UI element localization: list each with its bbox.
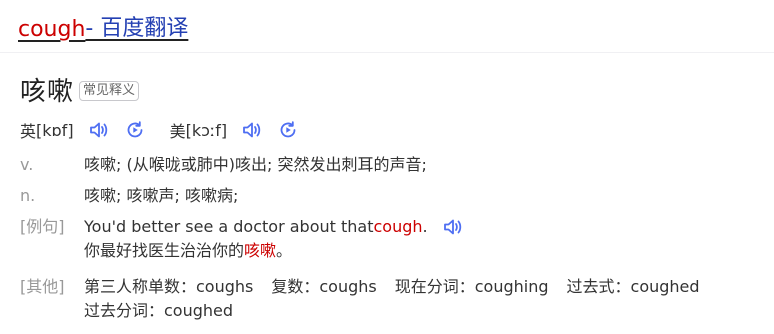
example-zh-end: 。 [276,241,293,260]
definition-text: 咳嗽; 咳嗽声; 咳嗽病; [84,186,239,205]
result-title-link[interactable]: cough - 百度翻译 [18,8,188,42]
example-zh-keyword: 咳嗽 [244,241,277,260]
dictionary-card: 咳嗽 常见释义 英 [kɒf] 美 [kɔːf] v. 咳嗽; (从喉咙或肺中)咳出… [0,52,774,334]
definition-row-verb: v. 咳嗽; (从喉咙或肺中)咳出; 突然发出刺耳的声音; [20,153,427,177]
title-keyword: cough [18,17,86,42]
pos-label: n. [20,186,36,205]
title-suffix: - 百度翻译 [85,16,189,41]
us-label: 美 [169,122,186,141]
form-third-person: 第三人称单数：coughs [84,277,254,296]
us-pronunciation: 美 [kɔːf] [170,118,300,142]
uk-ipa: [kɒf] [36,120,74,140]
definition-row-noun: n. 咳嗽; 咳嗽声; 咳嗽病; [20,184,238,208]
word-forms: 第三人称单数：coughs 复数：coughs 现在分词：coughing 过去式：c… [84,275,700,323]
entry-word: 咳嗽 [20,77,75,107]
definition-text: 咳嗽; (从喉咙或肺中)咳出; 突然发出刺耳的声音; [84,155,427,174]
form-past-tense: 过去式：coughed [566,277,700,296]
speaker-icon[interactable] [88,119,110,141]
speaker-icon[interactable] [241,119,263,141]
replay-icon[interactable] [277,119,299,141]
other-forms-row: [其他] 第三人称单数：coughs 复数：coughs 现在分词：coughing… [20,275,700,323]
pronunciation-row: 英 [kɒf] 美 [kɔːf] [20,119,299,141]
replay-icon[interactable] [124,119,146,141]
example-en-keyword: cough [373,217,423,236]
example-row: [例句] You'd better see a doctor about tha… [20,215,464,263]
pos-label: v. [20,155,34,174]
us-ipa: [kɔːf] [185,120,228,140]
example-label: [例句] [20,217,65,236]
example-content: You'd better see a doctor about that cou… [84,215,464,263]
example-en-text: You'd better see a doctor about that [84,217,374,236]
form-past-participle: 过去分词：coughed [84,301,234,320]
other-label: [其他] [20,277,65,296]
form-present-participle: 现在分词：coughing [394,277,549,296]
example-en-end: . [422,217,428,236]
uk-label: 英 [20,122,37,141]
example-zh-text: 你最好找医生治治你的 [84,241,245,260]
example-english: You'd better see a doctor about that cou… [84,215,464,239]
word-forms-line: 第三人称单数：coughs 复数：coughs 现在分词：coughing 过去式：c… [84,275,700,299]
example-chinese: 你最好找医生治治你的咳嗽。 [84,239,464,263]
entry-heading: 咳嗽 常见释义 [20,71,140,108]
common-meaning-tag: 常见释义 [79,80,140,101]
form-plural: 复数：coughs [271,277,377,296]
uk-pronunciation: 英 [kɒf] [20,118,146,142]
speaker-icon[interactable] [442,216,464,238]
